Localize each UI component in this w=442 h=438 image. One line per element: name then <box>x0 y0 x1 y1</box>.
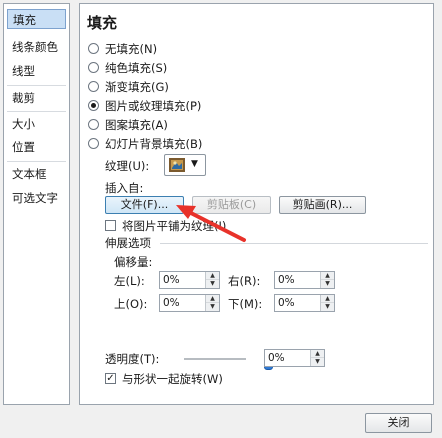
annotation-arrow-icon <box>176 205 246 242</box>
close-button[interactable]: 关闭 <box>365 413 432 433</box>
